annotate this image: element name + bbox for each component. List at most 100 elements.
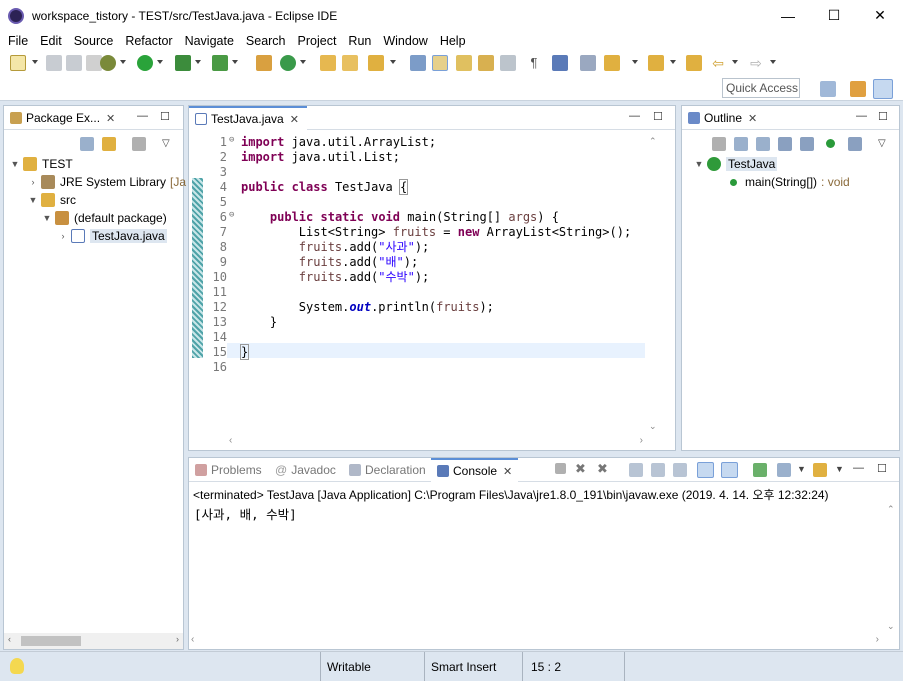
scrollbar-thumb[interactable] (21, 636, 81, 646)
sort-icon[interactable] (734, 137, 748, 151)
save-all-icon[interactable] (66, 55, 82, 71)
minimize-icon[interactable]: — (629, 110, 640, 122)
maximize-button[interactable]: ☐ (811, 0, 857, 31)
link-editor-icon[interactable] (848, 137, 862, 151)
skip-breakpoints-icon[interactable] (580, 55, 596, 71)
link-editor-icon[interactable] (102, 137, 116, 151)
tree-item-test-project[interactable]: ▼ TEST (10, 155, 73, 173)
collapse-all-icon[interactable] (80, 137, 94, 151)
close-button[interactable]: ✕ (857, 0, 903, 31)
menu-refactor[interactable]: Refactor (121, 34, 176, 48)
menu-window[interactable]: Window (379, 34, 431, 48)
new-icon[interactable] (10, 55, 26, 71)
minimize-icon[interactable]: — (853, 462, 864, 474)
menu-run[interactable]: Run (344, 34, 375, 48)
outline-item-class[interactable]: ▼ TestJava (694, 155, 778, 173)
close-icon[interactable]: ✕ (106, 112, 115, 125)
maximize-icon[interactable]: ☐ (878, 110, 888, 123)
hide-nonpublic-icon[interactable] (800, 137, 814, 151)
show-on-stderr-icon[interactable] (721, 462, 738, 478)
mark-occurrences-icon[interactable] (432, 55, 448, 71)
open-perspective-icon[interactable] (820, 81, 836, 97)
tree-item-jre[interactable]: › JRE System Library [Ja (28, 173, 186, 191)
menu-project[interactable]: Project (294, 34, 341, 48)
next-annotation-icon[interactable] (604, 55, 620, 71)
remove-all-icon[interactable]: ✖ (597, 461, 608, 477)
tab-console[interactable]: Console ✕ (431, 458, 519, 482)
minimize-button[interactable]: — (765, 0, 811, 31)
menu-search[interactable]: Search (242, 34, 290, 48)
code-area[interactable]: 1 ⊖ 2 3 4 5 6 ⊖ 7 8 9 10 11 12 13 14 15 … (201, 135, 661, 435)
scroll-lock-icon[interactable] (651, 463, 665, 477)
show-whitespace-icon[interactable]: ¶ (526, 55, 542, 71)
open-console-icon[interactable] (813, 463, 827, 477)
search-icon[interactable] (368, 55, 384, 71)
open-folder-icon[interactable] (342, 55, 358, 71)
close-icon[interactable]: ✕ (748, 112, 757, 125)
hide-local-types-icon[interactable] (826, 139, 835, 148)
presentation-icon[interactable] (552, 55, 568, 71)
vertical-scrollbar[interactable]: ⌃ ⌄ (883, 502, 899, 634)
view-menu-icon[interactable]: ▽ (162, 138, 170, 149)
menu-file[interactable]: File (4, 34, 32, 48)
display-console-icon[interactable] (777, 463, 791, 477)
java-perspective-icon[interactable] (873, 79, 893, 99)
horizontal-scrollbar[interactable]: ‹ › (189, 633, 883, 649)
tab-javadoc[interactable]: @ Javadoc (269, 458, 342, 482)
tab-declaration[interactable]: Declaration (343, 458, 432, 482)
hide-static-icon[interactable] (778, 137, 792, 151)
tab-testjava[interactable]: TestJava.java ✕ (189, 106, 307, 130)
hide-fields-icon[interactable] (756, 137, 770, 151)
collapse-all-icon[interactable] (712, 137, 726, 151)
maximize-icon[interactable]: ☐ (653, 110, 663, 123)
tree-item-testjava[interactable]: › TestJava.java (58, 227, 167, 245)
maximize-icon[interactable]: ☐ (877, 462, 887, 475)
tree-item-src[interactable]: ▼ src (28, 191, 76, 209)
outline-item-main[interactable]: main(String[]) : void (730, 173, 850, 191)
java-ee-perspective-icon[interactable] (850, 81, 866, 97)
quick-access-field[interactable]: Quick Access (722, 78, 800, 98)
menu-navigate[interactable]: Navigate (181, 34, 238, 48)
tree-item-default-package[interactable]: ▼ (default package) (42, 209, 167, 227)
tab-problems[interactable]: Problems (189, 458, 268, 482)
debug-icon[interactable] (100, 55, 116, 71)
horizontal-scrollbar[interactable]: ‹ › (4, 633, 183, 649)
menu-source[interactable]: Source (70, 34, 118, 48)
clear-console-icon[interactable] (629, 463, 643, 477)
close-icon[interactable]: ✕ (503, 465, 512, 478)
pin-console-icon[interactable] (753, 463, 767, 477)
coverage-icon[interactable] (175, 55, 191, 71)
filters-icon[interactable] (132, 137, 146, 151)
show-on-stdout-icon[interactable] (697, 462, 714, 478)
lightbulb-icon[interactable] (10, 658, 24, 674)
view-menu-icon[interactable]: ▽ (878, 138, 886, 149)
annotation-icon[interactable] (410, 55, 426, 71)
toggle-breadcrumb-icon[interactable] (478, 55, 494, 71)
maximize-icon[interactable]: ☐ (160, 110, 170, 123)
horizontal-scrollbar[interactable]: ‹ › (227, 434, 647, 450)
run-icon[interactable] (137, 55, 153, 71)
tab-package-explorer[interactable]: Package Ex... ✕ (4, 106, 124, 130)
close-icon[interactable]: ✕ (290, 113, 299, 126)
forward-icon[interactable]: ⇨ (748, 55, 764, 71)
previous-annotation-icon[interactable] (648, 55, 664, 71)
fold-icon[interactable]: ⊖ (229, 135, 234, 145)
terminate-icon[interactable] (555, 463, 566, 474)
new-class-icon[interactable] (280, 55, 296, 71)
word-wrap-icon[interactable] (673, 463, 687, 477)
tab-outline[interactable]: Outline ✕ (682, 106, 772, 130)
fold-icon[interactable]: ⊖ (229, 210, 234, 220)
external-tools-icon[interactable] (212, 55, 228, 71)
minimize-icon[interactable]: — (856, 110, 867, 122)
last-edit-icon[interactable] (686, 55, 702, 71)
back-icon[interactable]: ⇦ (710, 55, 726, 71)
menu-help[interactable]: Help (436, 34, 470, 48)
save-icon[interactable] (46, 55, 62, 71)
new-java-project-icon[interactable] (256, 55, 272, 71)
menu-edit[interactable]: Edit (36, 34, 66, 48)
vertical-scrollbar[interactable]: ⌃ ⌄ (645, 134, 661, 434)
word-wrap-icon[interactable] (500, 55, 516, 71)
open-type-icon[interactable] (320, 55, 336, 71)
remove-launch-icon[interactable]: ✖ (575, 461, 586, 477)
block-selection-icon[interactable] (456, 55, 472, 71)
